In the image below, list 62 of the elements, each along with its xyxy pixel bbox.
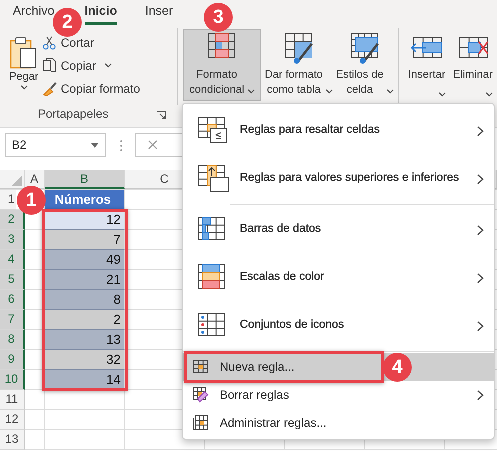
scissors-icon (42, 34, 58, 50)
menu-item[interactable]: Borrar reglas (183, 381, 494, 409)
ribbon-command[interactable]: Copiar (42, 54, 140, 77)
table-cell: 32 (45, 350, 125, 370)
ribbon-tab[interactable]: Inser (145, 0, 174, 22)
chevron-icon (477, 390, 484, 400)
menu-item[interactable]: Reglas para resaltar celdas (183, 107, 494, 155)
chevron-icon (477, 126, 484, 136)
ribbon-button[interactable]: Formato condicional (183, 29, 261, 101)
row-header[interactable]: 11 (0, 390, 25, 410)
brush-icon (42, 80, 58, 96)
menu-item[interactable]: Barras de datos (183, 206, 494, 254)
group-label: Portapapeles (38, 106, 109, 123)
row-header[interactable]: 8 (0, 330, 25, 350)
chevron-icon (477, 272, 484, 284)
ribbon-command[interactable]: Copiar formato (42, 77, 140, 100)
column-header[interactable]: A (25, 170, 45, 189)
ribbon-button[interactable]: Eliminar (450, 29, 496, 103)
paste-button[interactable]: Pegar (8, 33, 40, 103)
row-header[interactable]: 3 (0, 230, 25, 250)
menu-item[interactable]: Conjuntos de iconos (183, 302, 494, 350)
row-header[interactable]: 1 (0, 190, 16, 210)
row-header[interactable]: 4 (0, 250, 25, 270)
dropdown-icon (91, 142, 99, 148)
name-box[interactable]: B2 (5, 133, 106, 157)
table-cell: 2 (45, 310, 125, 330)
row-header[interactable]: 6 (0, 290, 25, 310)
table-cell: 49 (45, 250, 125, 270)
corner-icon (12, 176, 22, 186)
menu-item[interactable]: Escalas de color (183, 254, 494, 302)
table-cell: 7 (45, 230, 125, 250)
row-header[interactable]: 2 (0, 210, 25, 230)
ribbon-button[interactable]: Dar formato como tabla (261, 29, 337, 103)
table-cell: 13 (45, 330, 125, 350)
table-cell: 14 (45, 370, 125, 390)
table-cell: 8 (45, 290, 125, 310)
top-bottom-rules-icon (197, 164, 231, 194)
row-header[interactable]: 5 (0, 270, 25, 290)
clear-rules-icon (193, 387, 209, 403)
menu-item[interactable]: Administrar reglas... (183, 409, 494, 437)
chevron-icon (477, 174, 484, 184)
ribbon-button[interactable]: Insertar (404, 29, 450, 103)
select-all-corner[interactable] (0, 170, 25, 189)
column-title: Números (45, 190, 125, 210)
row-header[interactable]: 10 (0, 370, 25, 390)
column-header[interactable]: B (45, 170, 125, 189)
dialog-launcher-icon (157, 111, 166, 120)
ribbon-button[interactable]: Estilos de celda (337, 29, 393, 103)
ribbon-tab[interactable]: Archivo (13, 0, 55, 22)
row-header[interactable]: 7 (0, 310, 25, 330)
close-icon (148, 140, 158, 150)
manage-rules-icon (193, 415, 209, 431)
table-cell: 21 (45, 270, 125, 290)
copy-icon (42, 58, 58, 74)
table-cell: 12 (45, 210, 125, 230)
more-icon (120, 140, 123, 152)
row-header[interactable]: 13 (0, 430, 25, 450)
clipboard-icon (9, 36, 39, 70)
chevron-icon (477, 320, 484, 332)
row-header[interactable]: 9 (0, 350, 25, 370)
chevron-icon (477, 224, 484, 236)
row-header[interactable]: 12 (0, 410, 25, 430)
